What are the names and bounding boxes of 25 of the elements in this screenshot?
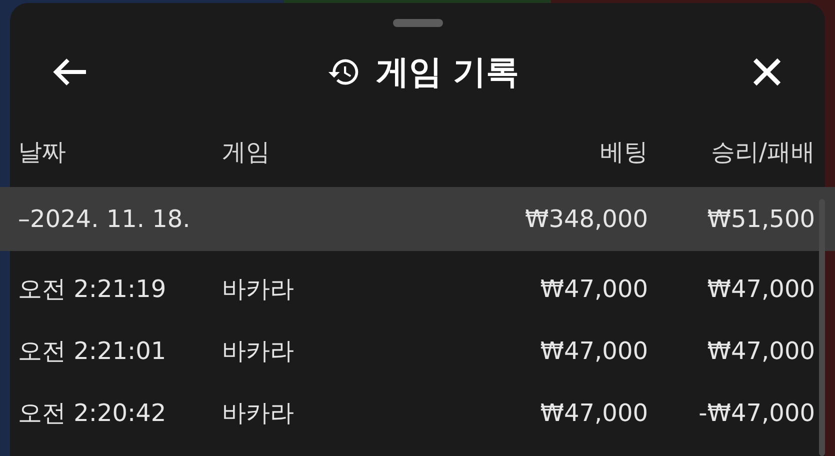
- close-icon: [752, 57, 782, 87]
- scrollbar[interactable]: [819, 199, 825, 456]
- group-win-total: ₩51,500: [706, 205, 815, 233]
- table-cell-text: ₩47,000: [539, 337, 648, 365]
- table-cell-text: 오전 2:20:42: [18, 398, 168, 429]
- drag-handle[interactable]: [392, 19, 442, 27]
- table-cell-text: 바카라: [222, 398, 295, 429]
- sheet-title: 게임 기록: [376, 50, 520, 92]
- table-cell-text: 오전 2:21:19: [18, 274, 168, 305]
- table-cell-text: 오전 2:21:01: [18, 336, 168, 367]
- table-cell-text: 바카라: [222, 274, 295, 305]
- table-cell-text: -₩47,000: [698, 399, 815, 427]
- table-cell-text: ₩47,000: [706, 337, 815, 365]
- date-group-row[interactable]: –2024. 11. 18. ₩348,000 ₩51,500: [0, 187, 835, 251]
- column-header[interactable]: 게임: [222, 136, 468, 168]
- table-cell-text: 바카라: [222, 336, 295, 367]
- group-date: –2024. 11. 18.: [18, 205, 192, 233]
- column-header[interactable]: 베팅: [468, 136, 648, 168]
- table-cell-text: ₩47,000: [539, 399, 648, 427]
- column-header[interactable]: 날짜: [18, 136, 222, 168]
- back-icon: [52, 57, 88, 87]
- column-header[interactable]: 승리/패배: [648, 136, 815, 168]
- table-cell-text: ₩47,000: [539, 275, 648, 303]
- table-cell-text: ₩47,000: [706, 275, 815, 303]
- group-bet-total: ₩348,000: [524, 205, 648, 233]
